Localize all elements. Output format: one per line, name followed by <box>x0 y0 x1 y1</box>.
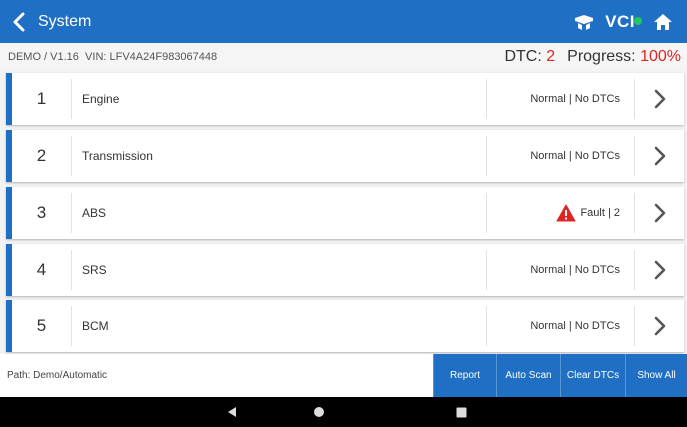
system-row-engine[interactable]: 1 Engine Normal | No DTCs <box>6 73 684 125</box>
vehicle-info: DEMO / V1.16 VIN: LFV4A24F983067448 <box>8 51 217 63</box>
back-chevron-icon <box>13 12 25 31</box>
dtc-count: 2 <box>546 48 556 65</box>
android-nav-bar <box>0 397 687 427</box>
warning-icon <box>556 204 576 222</box>
open-system-button[interactable] <box>634 136 684 176</box>
open-system-button[interactable] <box>634 79 684 119</box>
chevron-right-icon <box>654 316 665 336</box>
system-number: 3 <box>12 193 72 233</box>
header-actions: VCI <box>573 0 673 43</box>
back-button[interactable] <box>0 0 38 43</box>
dtc-summary: DTC: 2 <box>504 48 555 66</box>
vci-connected-indicator <box>634 16 642 25</box>
vci-status-button[interactable]: VCI <box>605 0 642 43</box>
vin-number: VIN: LFV4A24F983067448 <box>85 51 218 63</box>
system-name: SRS <box>82 263 107 277</box>
home-icon <box>654 13 672 30</box>
clear-dtcs-button[interactable]: Clear DTCs <box>560 354 625 397</box>
show-all-button[interactable]: Show All <box>625 354 687 397</box>
scan-glasses-icon <box>575 14 594 30</box>
nav-back-button[interactable] <box>212 397 252 427</box>
system-name: Transmission <box>82 149 153 163</box>
status-text: Fault | 2 <box>580 207 620 219</box>
progress-summary: Progress: 100% <box>567 48 681 66</box>
action-bar: Path: Demo/Automatic Report Auto Scan Cl… <box>0 354 687 397</box>
nav-home-button[interactable] <box>299 397 339 427</box>
home-button[interactable] <box>653 0 673 43</box>
app-header: System VCI <box>0 0 687 43</box>
scan-summary: DTC: 2 Progress: 100% <box>504 48 681 66</box>
system-number: 1 <box>12 79 72 119</box>
nav-recents-icon <box>456 407 466 417</box>
scan-glasses-button[interactable] <box>573 0 595 43</box>
system-status: Normal | No DTCs <box>486 136 634 176</box>
chevron-right-icon <box>654 89 665 109</box>
system-status: Normal | No DTCs <box>486 79 634 119</box>
status-text: Normal | No DTCs <box>530 150 620 162</box>
nav-home-icon <box>314 407 324 417</box>
progress-label: Progress: <box>567 48 636 65</box>
status-text: Normal | No DTCs <box>530 320 620 332</box>
nav-recents-button[interactable] <box>441 397 481 427</box>
vci-status-icon: VCI <box>605 11 642 32</box>
vci-label: VCI <box>605 11 635 31</box>
system-row-bcm[interactable]: 5 BCM Normal | No DTCs <box>6 300 684 352</box>
status-text: Normal | No DTCs <box>530 93 620 105</box>
open-system-button[interactable] <box>634 250 684 290</box>
system-row-abs[interactable]: 3 ABS Fault | 2 <box>6 187 684 239</box>
nav-back-icon <box>228 407 236 417</box>
report-button[interactable]: Report <box>433 354 496 397</box>
chevron-right-icon <box>654 203 665 223</box>
chevron-right-icon <box>654 260 665 280</box>
chevron-right-icon <box>654 146 665 166</box>
progress-value: 100% <box>640 48 681 65</box>
system-status: Normal | No DTCs <box>486 250 634 290</box>
system-row-srs[interactable]: 4 SRS Normal | No DTCs <box>6 244 684 296</box>
system-number: 2 <box>12 136 72 176</box>
system-status: Fault | 2 <box>486 193 634 233</box>
navigation-path: Path: Demo/Automatic <box>7 370 108 381</box>
system-name: BCM <box>82 319 109 333</box>
page-title: System <box>38 12 92 30</box>
software-version: DEMO / V1.16 <box>8 51 79 63</box>
auto-scan-button[interactable]: Auto Scan <box>496 354 560 397</box>
open-system-button[interactable] <box>634 306 684 346</box>
vehicle-info-bar: DEMO / V1.16 VIN: LFV4A24F983067448 DTC:… <box>0 43 687 71</box>
system-number: 5 <box>12 306 72 346</box>
status-text: Normal | No DTCs <box>530 264 620 276</box>
system-name: Engine <box>82 92 120 106</box>
open-system-button[interactable] <box>634 193 684 233</box>
system-name: ABS <box>82 206 107 220</box>
dtc-label: DTC: <box>504 48 542 65</box>
system-status: Normal | No DTCs <box>486 306 634 346</box>
system-number: 4 <box>12 250 72 290</box>
system-row-transmission[interactable]: 2 Transmission Normal | No DTCs <box>6 130 684 182</box>
